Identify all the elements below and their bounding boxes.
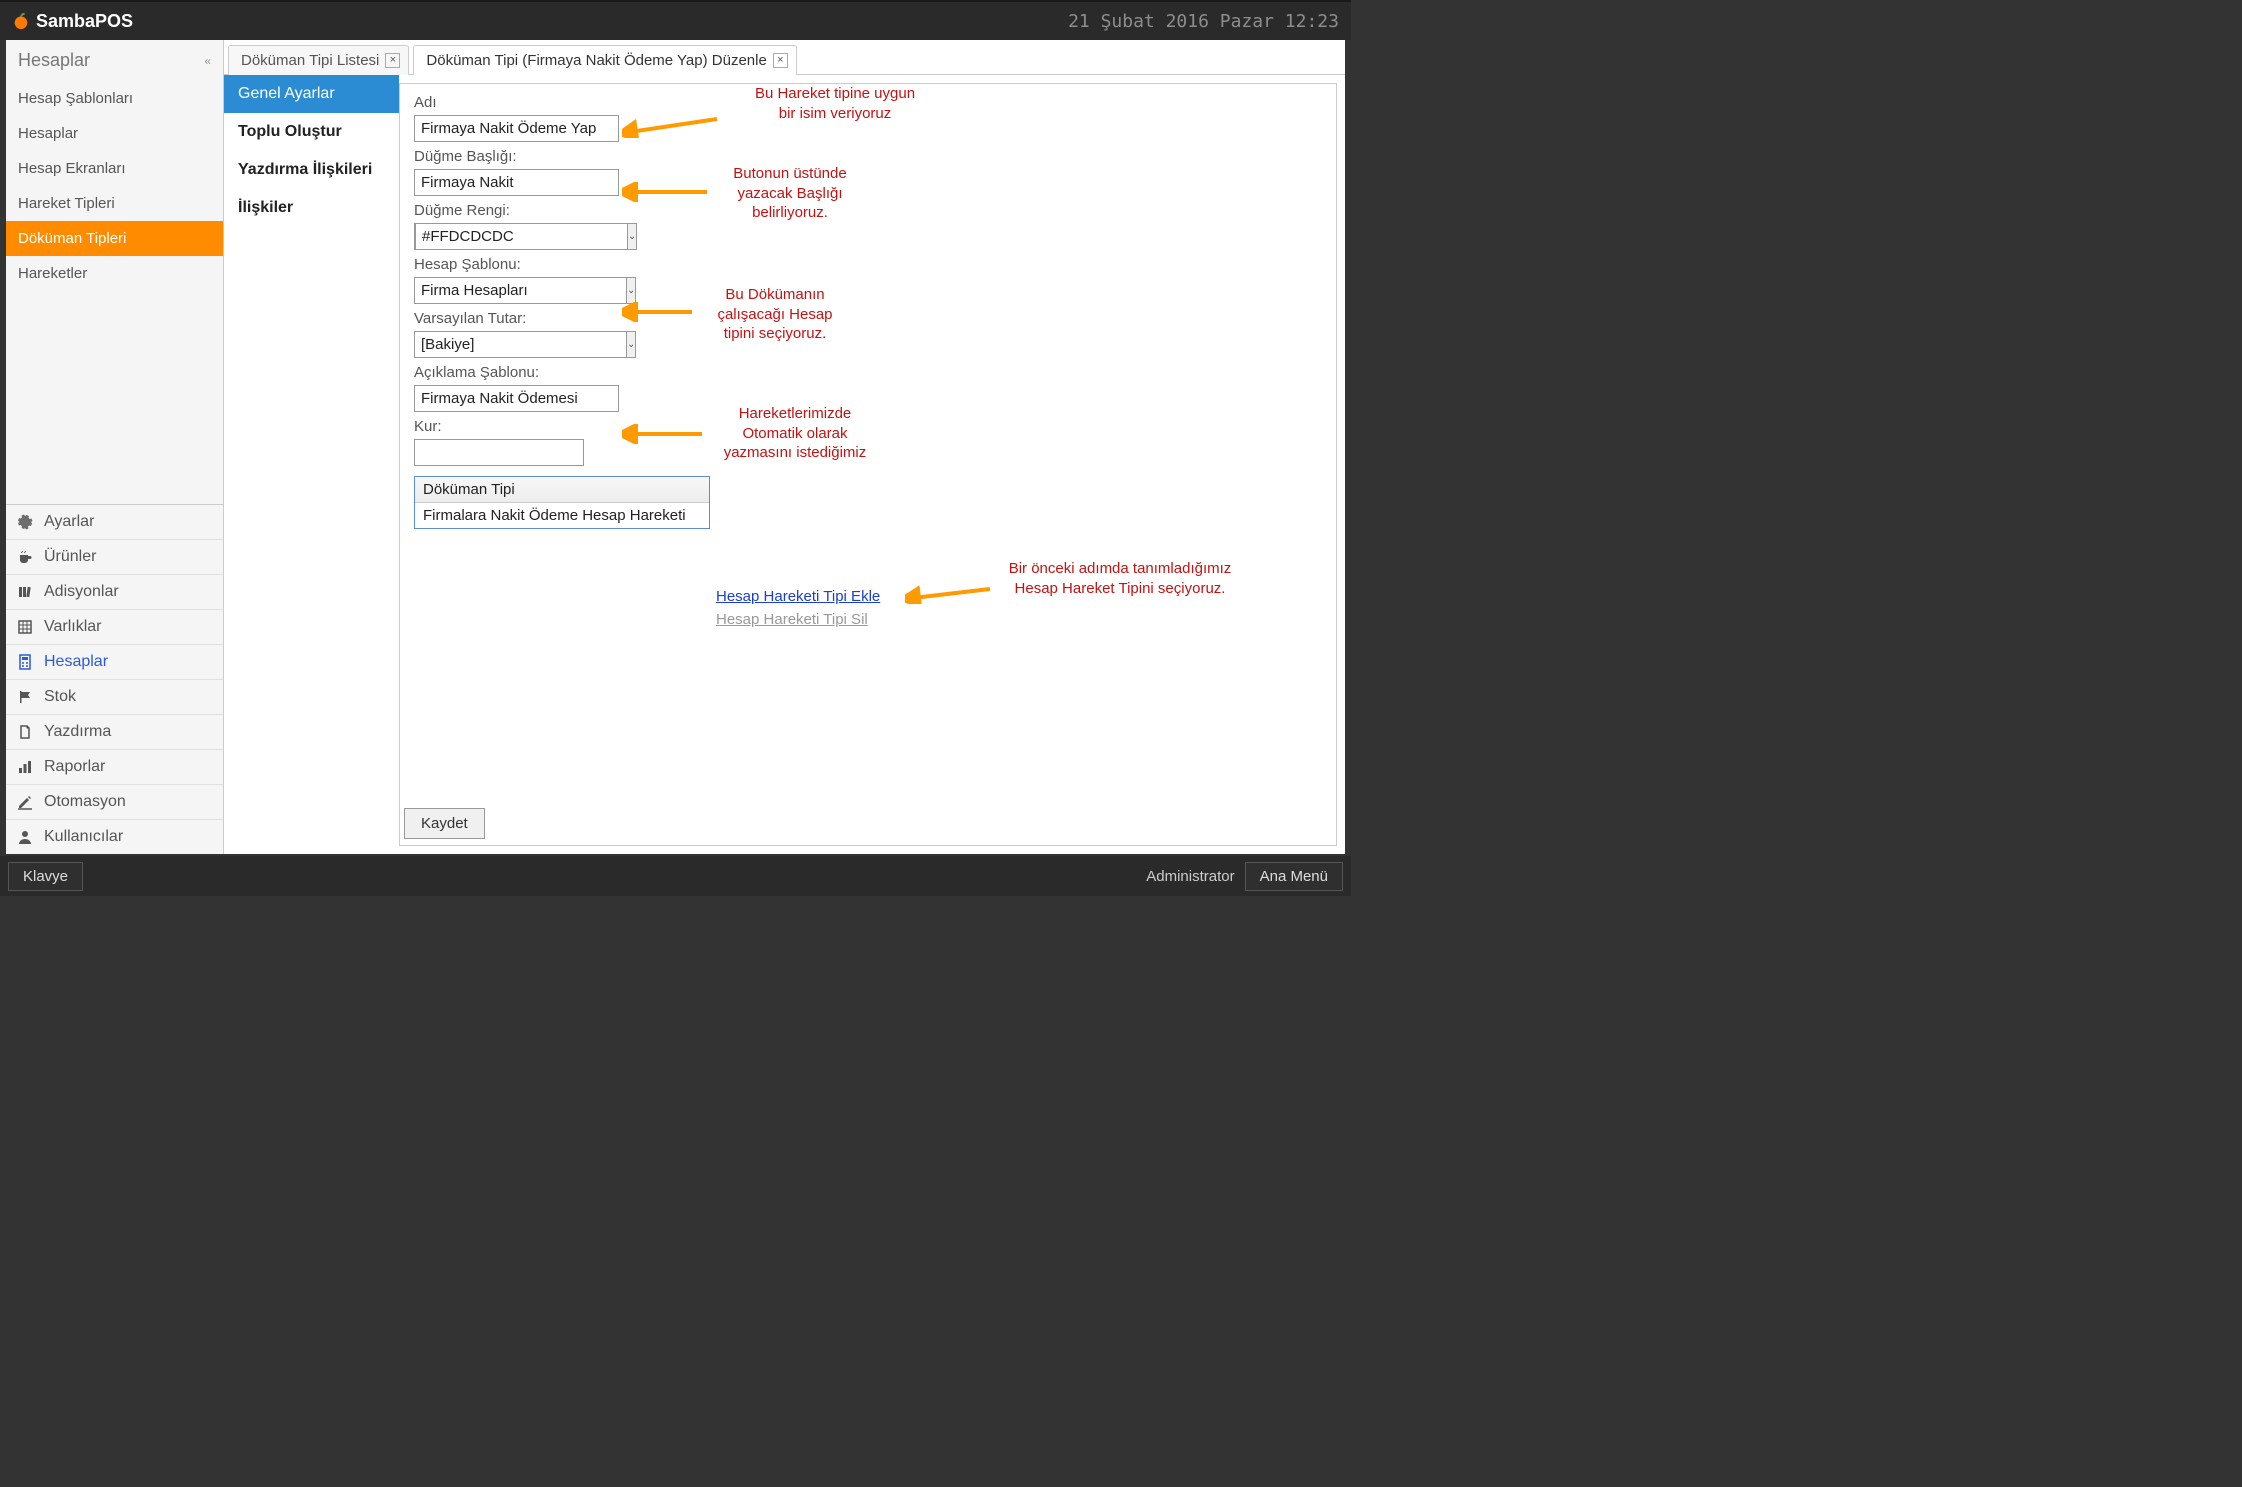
gear-icon xyxy=(16,513,34,531)
sidebar-item-dokuman-tipleri[interactable]: Döküman Tipleri xyxy=(6,221,223,256)
nav-label: Ürünler xyxy=(44,548,96,566)
nav-label: Raporlar xyxy=(44,758,105,776)
name-label: Adı xyxy=(414,94,1322,111)
nav-raporlar[interactable]: Raporlar xyxy=(6,749,223,784)
tab-edit[interactable]: Döküman Tipi (Firmaya Nakit Ödeme Yap) D… xyxy=(413,45,796,75)
annotation-add-link: Bir önceki adımda tanımladığımızHesap Ha… xyxy=(995,559,1245,598)
tab-label: Döküman Tipi (Firmaya Nakit Ödeme Yap) D… xyxy=(426,52,766,69)
button-header-input[interactable] xyxy=(414,169,619,196)
chevron-down-icon[interactable]: ⌄ xyxy=(627,277,636,304)
top-bar: SambaPOS 21 Şubat 2016 Pazar 12:23 xyxy=(0,0,1351,40)
collapse-icon: « xyxy=(204,54,211,68)
user-label: Administrator xyxy=(1146,868,1234,885)
nav-label: Kullanıcılar xyxy=(44,828,123,846)
logo-group: SambaPOS xyxy=(12,11,133,32)
name-input[interactable] xyxy=(414,115,619,142)
button-header-label: Düğme Başlığı: xyxy=(414,148,1322,165)
tab-label: Döküman Tipi Listesi xyxy=(241,52,379,69)
nav-label: Adisyonlar xyxy=(44,583,119,601)
sidebar-item-hareketler[interactable]: Hareketler xyxy=(6,256,223,291)
button-color-input[interactable] xyxy=(415,223,628,250)
subnav-yazdirma-iliskileri[interactable]: Yazdırma İlişkileri xyxy=(224,151,399,189)
desc-template-label: Açıklama Şablonu: xyxy=(414,364,1322,381)
logo-icon xyxy=(12,12,30,30)
nav-label: Otomasyon xyxy=(44,793,126,811)
main-menu-button[interactable]: Ana Menü xyxy=(1245,862,1343,891)
sidebar-title: Hesaplar xyxy=(18,50,90,71)
sidebar-lower-nav: Ayarlar Ürünler Adisyonlar Varlıklar Hes… xyxy=(6,504,223,854)
nav-urunler[interactable]: Ürünler xyxy=(6,539,223,574)
subnav-toplu-olustur[interactable]: Toplu Oluştur xyxy=(224,113,399,151)
del-account-tx-type-link[interactable]: Hesap Hareketi Tipi Sil xyxy=(716,611,880,628)
chevron-down-icon[interactable]: ⌄ xyxy=(627,331,636,358)
datetime-display: 21 Şubat 2016 Pazar 12:23 xyxy=(1068,11,1339,32)
main-content: Hesaplar « Hesap Şablonları Hesaplar Hes… xyxy=(6,40,1345,854)
bars-icon xyxy=(16,758,34,776)
keyboard-button[interactable]: Klavye xyxy=(8,862,83,891)
action-links: Hesap Hareketi Tipi Ekle Hesap Hareketi … xyxy=(716,588,880,628)
subnav: Genel Ayarlar Toplu Oluştur Yazdırma İli… xyxy=(224,75,399,854)
account-template-label: Hesap Şablonu: xyxy=(414,256,1322,273)
sidebar-item-hesaplar[interactable]: Hesaplar xyxy=(6,116,223,151)
nav-label: Hesaplar xyxy=(44,653,108,671)
nav-label: Yazdırma xyxy=(44,723,111,741)
pencil-icon xyxy=(16,793,34,811)
list-row[interactable]: Firmalara Nakit Ödeme Hesap Hareketi xyxy=(415,503,709,528)
subnav-genel-ayarlar[interactable]: Genel Ayarlar xyxy=(224,75,399,113)
chevron-down-icon[interactable]: ⌄ xyxy=(628,223,637,250)
add-account-tx-type-link[interactable]: Hesap Hareketi Tipi Ekle xyxy=(716,588,880,605)
rate-input[interactable] xyxy=(414,439,584,466)
nav-kullanicilar[interactable]: Kullanıcılar xyxy=(6,819,223,854)
default-amount-input[interactable] xyxy=(414,331,627,358)
nav-label: Varlıklar xyxy=(44,618,102,636)
cup-icon xyxy=(16,548,34,566)
document-type-list: Döküman Tipi Firmalara Nakit Ödeme Hesap… xyxy=(414,476,710,529)
editor-body: Genel Ayarlar Toplu Oluştur Yazdırma İli… xyxy=(224,75,1345,854)
sidebar-item-hesap-sablonlari[interactable]: Hesap Şablonları xyxy=(6,81,223,116)
list-header[interactable]: Döküman Tipi xyxy=(415,477,709,503)
form-panel: Adı Düğme Başlığı: Düğme Rengi: ⌄ xyxy=(399,83,1337,846)
document-icon xyxy=(16,723,34,741)
subnav-iliskiler[interactable]: İlişkiler xyxy=(224,189,399,227)
sidebar: Hesaplar « Hesap Şablonları Hesaplar Hes… xyxy=(6,40,224,854)
default-amount-label: Varsayılan Tutar: xyxy=(414,310,1322,327)
brand-name: SambaPOS xyxy=(36,11,133,32)
nav-hesaplar[interactable]: Hesaplar xyxy=(6,644,223,679)
nav-ayarlar[interactable]: Ayarlar xyxy=(6,505,223,539)
arrow-icon xyxy=(905,584,995,604)
sidebar-item-hesap-ekranlari[interactable]: Hesap Ekranları xyxy=(6,151,223,186)
account-template-input[interactable] xyxy=(414,277,627,304)
tab-strip: Döküman Tipi Listesi × Döküman Tipi (Fir… xyxy=(224,40,1345,75)
rate-label: Kur: xyxy=(414,418,1322,435)
editor-area: Döküman Tipi Listesi × Döküman Tipi (Fir… xyxy=(224,40,1345,854)
save-button[interactable]: Kaydet xyxy=(404,808,485,839)
close-icon[interactable]: × xyxy=(385,53,400,68)
sidebar-header[interactable]: Hesaplar « xyxy=(6,40,223,81)
nav-varliklar[interactable]: Varlıklar xyxy=(6,609,223,644)
sidebar-upper: Hesap Şablonları Hesaplar Hesap Ekranlar… xyxy=(6,81,223,504)
nav-yazdirma[interactable]: Yazdırma xyxy=(6,714,223,749)
grid-icon xyxy=(16,618,34,636)
flag-icon xyxy=(16,688,34,706)
calculator-icon xyxy=(16,653,34,671)
nav-otomasyon[interactable]: Otomasyon xyxy=(6,784,223,819)
sidebar-item-hareket-tipleri[interactable]: Hareket Tipleri xyxy=(6,186,223,221)
close-icon[interactable]: × xyxy=(773,53,788,68)
nav-label: Stok xyxy=(44,688,76,706)
nav-label: Ayarlar xyxy=(44,513,94,531)
user-icon xyxy=(16,828,34,846)
nav-stok[interactable]: Stok xyxy=(6,679,223,714)
nav-adisyonlar[interactable]: Adisyonlar xyxy=(6,574,223,609)
button-color-label: Düğme Rengi: xyxy=(414,202,1322,219)
books-icon xyxy=(16,583,34,601)
tab-list[interactable]: Döküman Tipi Listesi × xyxy=(228,45,409,75)
desc-template-input[interactable] xyxy=(414,385,619,412)
bottom-bar: Klavye Administrator Ana Menü xyxy=(0,856,1351,896)
